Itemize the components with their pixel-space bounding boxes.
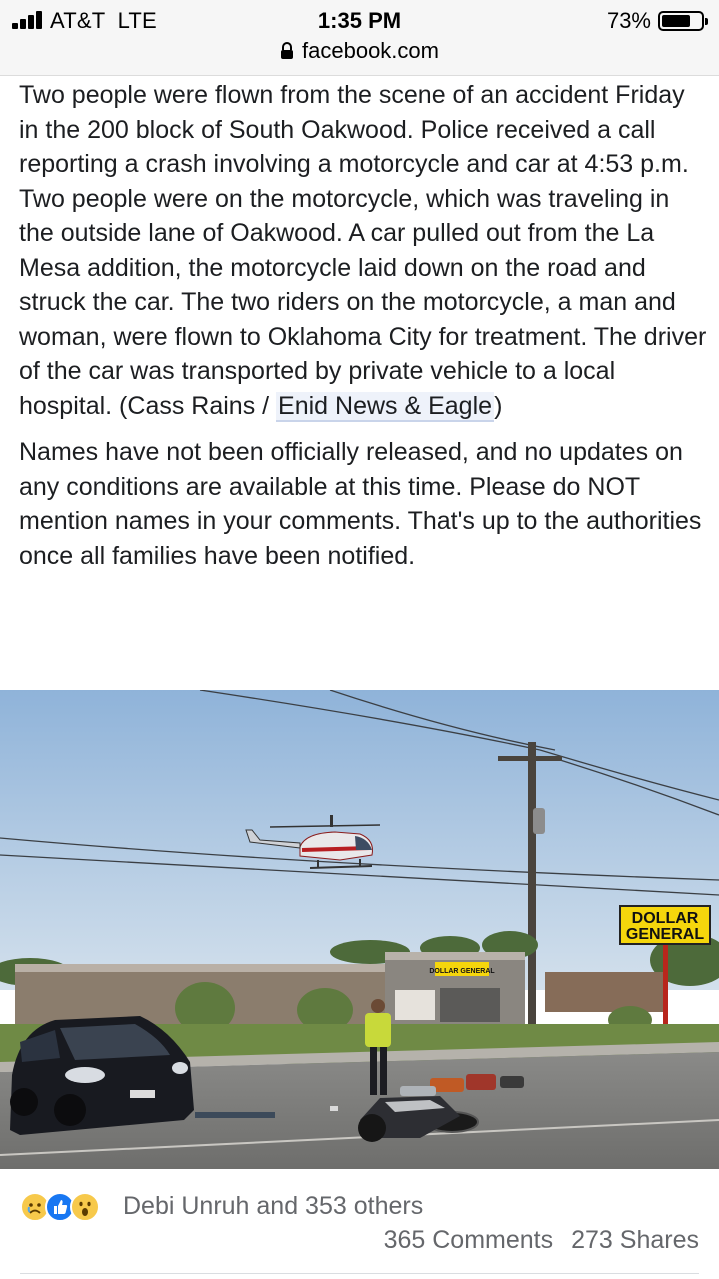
browser-chrome: AT&T LTE 1:35 PM 73% facebook.com — [0, 0, 719, 76]
pole-sign-line1: DOLLAR — [632, 910, 699, 927]
pole-sign-line2: GENERAL — [626, 926, 704, 943]
building-sign-text: DOLLAR GENERAL — [429, 968, 495, 975]
comments-count[interactable]: 365 Comments — [384, 1226, 554, 1254]
lock-icon — [280, 40, 294, 66]
reaction-icons[interactable] — [20, 1192, 120, 1224]
address-bar[interactable]: facebook.com — [0, 38, 719, 68]
wow-icon — [70, 1192, 100, 1222]
accident-scene-photo[interactable]: DOLLAR GENERAL DOLLAR GENERAL — [0, 690, 719, 1169]
source-link[interactable]: Enid News & Eagle — [276, 391, 495, 422]
facebook-mobile-page: AT&T LTE 1:35 PM 73% facebook.com Two pe… — [0, 0, 719, 1279]
url-text[interactable]: facebook.com — [302, 38, 439, 63]
post-body: Two people were flown from the scene of … — [19, 78, 709, 573]
status-bar: AT&T LTE 1:35 PM 73% — [0, 0, 719, 38]
divider — [20, 1273, 699, 1274]
battery-icon — [658, 11, 708, 31]
post-engagement-bar: Debi Unruh and 353 others 365 Comments 27… — [0, 1180, 719, 1279]
shares-count[interactable]: 273 Shares — [571, 1226, 699, 1254]
reactors-summary[interactable]: Debi Unruh and 353 others — [123, 1192, 423, 1221]
post-paragraph-1-text: Two people were flown from the scene of … — [19, 81, 707, 420]
black-car — [10, 1016, 194, 1135]
post-paragraph-1: Two people were flown from the scene of … — [19, 78, 709, 423]
post-paragraph-2: Names have not been officially released,… — [19, 438, 702, 570]
battery-level-fill — [662, 15, 690, 27]
engagement-counts: 365 Comments 273 Shares — [384, 1226, 699, 1255]
post-paragraph-1-end: ) — [494, 391, 503, 420]
battery-percent: 73% — [606, 8, 651, 33]
